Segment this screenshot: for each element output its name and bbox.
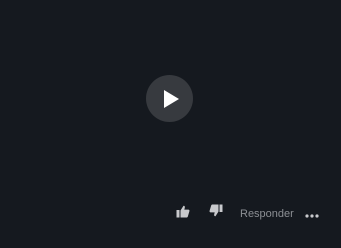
dislike-button[interactable] (208, 204, 224, 222)
comment-video-card: Responder (0, 0, 341, 248)
video-player[interactable] (0, 0, 341, 196)
more-horizontal-icon (305, 205, 319, 223)
comment-actions: Responder (0, 202, 341, 226)
play-button[interactable] (146, 75, 193, 122)
play-icon (159, 89, 180, 109)
thumbs-down-icon (209, 204, 223, 222)
like-button[interactable] (175, 205, 191, 223)
reply-button[interactable]: Responder (240, 207, 294, 221)
thumbs-up-icon (176, 205, 190, 223)
more-button[interactable] (305, 208, 319, 220)
